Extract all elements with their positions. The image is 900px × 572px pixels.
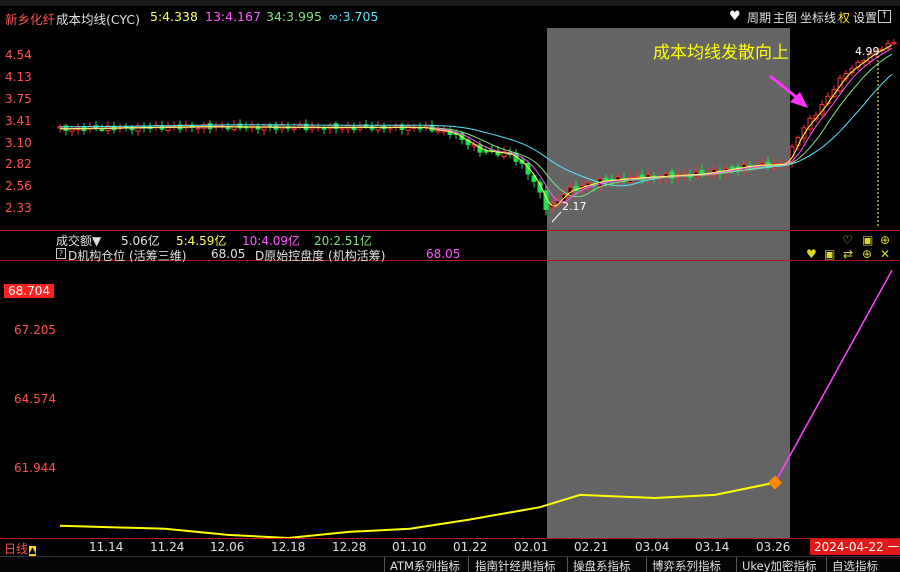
- candle-body: [891, 42, 897, 45]
- volume-info-bar: 成交额▼ 5.06亿 5:4.59亿 10:4.09亿 20:2.51亿 ♡ ▣…: [0, 231, 900, 248]
- tab-game[interactable]: 博弈系列指标: [652, 558, 721, 572]
- candle-body: [291, 127, 297, 130]
- window-icon[interactable]: ▣: [824, 247, 835, 261]
- candle-body: [195, 127, 201, 130]
- turning-point-marker: [768, 475, 782, 490]
- chart-header: 新乡化纤 成本均线(CYC) 5:4.338 13:4.167 34:3.995…: [0, 6, 900, 28]
- indicator-name[interactable]: 成本均线(CYC): [56, 9, 140, 28]
- tab-divider: [646, 557, 647, 572]
- high-label: 4.99: [855, 45, 880, 58]
- zoom-icon[interactable]: ⊕: [880, 233, 890, 247]
- help-icon[interactable]: ?: [56, 248, 66, 259]
- candle-body: [405, 125, 411, 131]
- menu-settings[interactable]: 设置: [853, 9, 877, 26]
- candle-body: [339, 127, 345, 130]
- candle-body: [729, 166, 735, 169]
- date-tick: 11.24: [150, 540, 185, 554]
- tab-ukey[interactable]: Ukey加密指标: [742, 558, 817, 572]
- close-icon[interactable]: ✕: [880, 247, 890, 261]
- period-dropdown-icon[interactable]: ▲: [29, 546, 36, 556]
- date-tick: 03.26: [756, 540, 791, 554]
- candle-body: [321, 127, 327, 130]
- indicator-chart[interactable]: [0, 261, 900, 538]
- annotation-text: 成本均线发散向上: [653, 43, 789, 63]
- stock-name[interactable]: 新乡化纤: [5, 9, 55, 28]
- date-tick: 12.06: [210, 540, 245, 554]
- ma-inf-value: ∞:3.705: [328, 9, 379, 24]
- window-icon[interactable]: ▣: [862, 233, 873, 247]
- indicator-base-line: [59, 481, 776, 538]
- low-marker: [551, 211, 562, 223]
- ma13-value: 13:4.167: [205, 9, 261, 24]
- low-label: 2.17: [562, 200, 587, 213]
- tab-custom[interactable]: 自选指标: [832, 558, 878, 572]
- period-text: 日线: [4, 542, 29, 556]
- candle-body: [99, 128, 105, 132]
- expand-icon[interactable]: ↑: [878, 10, 891, 23]
- date-tick: 03.14: [695, 540, 730, 554]
- heart-icon[interactable]: ♡: [842, 233, 853, 247]
- indicator2-value: 68.05: [426, 247, 461, 261]
- zoom-icon[interactable]: ⊕: [862, 247, 872, 261]
- tab-divider: [736, 557, 737, 572]
- tab-atm[interactable]: ATM系列指标: [390, 558, 460, 572]
- indicator1-value: 68.05: [211, 247, 246, 261]
- tab-divider: [826, 557, 827, 572]
- date-axis: 日线▲ 11.14 11.24 12.06 12.18 12.28 01.10 …: [0, 539, 900, 557]
- tab-compass[interactable]: 指南针经典指标: [475, 558, 556, 572]
- candle-body: [435, 129, 441, 133]
- date-tick: 01.10: [392, 540, 427, 554]
- swap-icon[interactable]: ⇄: [843, 247, 853, 261]
- candle-body: [393, 125, 399, 128]
- date-tick: 11.14: [89, 540, 124, 554]
- ma-inf-line: [60, 73, 893, 187]
- candle-body: [759, 162, 765, 166]
- tab-operate[interactable]: 操盘系指标: [573, 558, 631, 572]
- date-tick: 02.01: [514, 540, 549, 554]
- candle-body: [225, 126, 231, 130]
- menu-period[interactable]: 周期: [747, 9, 771, 26]
- date-tick: 12.28: [332, 540, 367, 554]
- candle-body: [267, 124, 273, 128]
- menu-main[interactable]: 主图: [773, 9, 797, 26]
- current-date: 2024-04-22 一: [810, 539, 900, 555]
- indicator-tabs: ATM系列指标 指南针经典指标 操盘系指标 博弈系列指标 Ukey加密指标 自选…: [0, 556, 900, 572]
- annotation-arrow: [769, 74, 801, 102]
- indicator-rise-line: [774, 269, 893, 483]
- date-tick: 12.18: [271, 540, 306, 554]
- candle-body: [795, 137, 801, 147]
- menu-axis[interactable]: 坐标线: [800, 9, 836, 26]
- ma34-value: 34:3.995: [266, 9, 322, 24]
- heart-icon[interactable]: ♥: [729, 9, 741, 24]
- date-tick: 02.21: [574, 540, 609, 554]
- tab-divider: [384, 557, 385, 572]
- tab-divider: [468, 557, 469, 572]
- period-label[interactable]: 日线▲: [4, 540, 36, 557]
- heart-icon[interactable]: ♥: [806, 247, 817, 261]
- date-tick: 01.22: [453, 540, 488, 554]
- ma5-value: 5:4.338: [150, 9, 198, 24]
- menu-right[interactable]: 权: [838, 9, 850, 26]
- indicator-info-bar: ? D机构仓位 (活筹三维) 68.05 D原始控盘度 (机构活筹) 68.05…: [0, 247, 900, 263]
- tab-divider: [567, 557, 568, 572]
- date-tick: 03.04: [635, 540, 670, 554]
